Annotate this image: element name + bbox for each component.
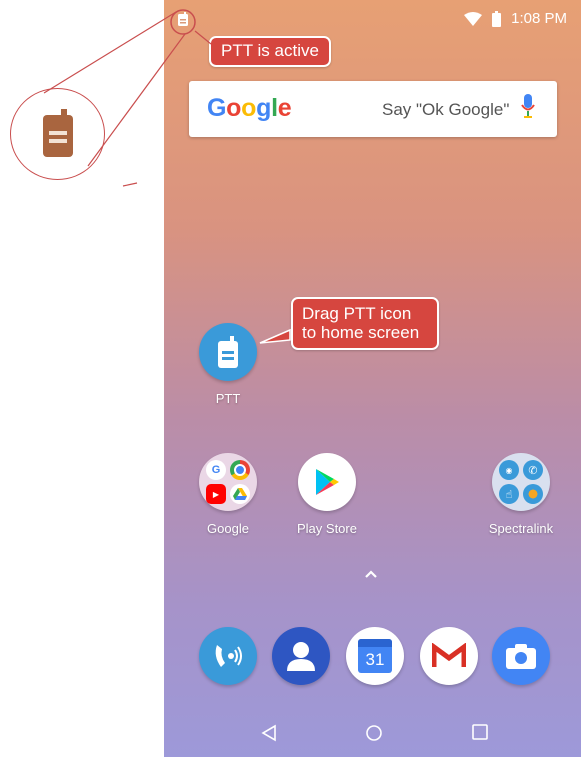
- google-g-icon: G: [206, 460, 226, 480]
- recents-icon[interactable]: [472, 724, 488, 745]
- play-store-icon: [298, 453, 356, 511]
- back-icon[interactable]: [261, 724, 277, 747]
- ptt-active-text: PTT is active: [221, 41, 319, 60]
- logo-letter: l: [271, 94, 278, 122]
- drag-text-line1: Drag PTT icon: [302, 304, 412, 323]
- drive-icon: [230, 484, 250, 504]
- logo-letter: e: [277, 94, 292, 122]
- chrome-icon: [230, 460, 250, 480]
- ptt-status-icon: [178, 12, 188, 31]
- dock-phone-icon[interactable]: [199, 627, 257, 685]
- app-label: PTT: [215, 391, 241, 406]
- ptt-active-callout: PTT is active: [209, 36, 331, 67]
- mic-icon[interactable]: [521, 94, 535, 125]
- calendar-day: 31: [365, 650, 385, 669]
- app-label: Google: [207, 521, 249, 536]
- youtube-icon: ▶: [206, 484, 226, 504]
- app-label: Play Store: [297, 521, 357, 536]
- status-bar: 1:08 PM: [164, 0, 581, 40]
- phone-mini-icon: ✆: [523, 460, 543, 480]
- wifi-icon: [464, 11, 483, 26]
- walkie-talkie-icon: [42, 109, 73, 157]
- spectralink-folder-icon: ◉ ✆ ☝: [492, 453, 550, 511]
- logo-letter: o: [241, 94, 257, 122]
- logo-letter: g: [256, 94, 272, 122]
- status-time: 1:08 PM: [511, 10, 567, 27]
- navigation-bar: [164, 715, 581, 757]
- drag-text-line2: to home screen: [302, 322, 420, 342]
- logo-letter: o: [226, 94, 242, 122]
- ptt-app-icon: [199, 323, 257, 381]
- ptt-mini-icon: ◉: [499, 460, 519, 480]
- app-drawer-chevron-icon[interactable]: [364, 566, 378, 584]
- dock-gmail-icon[interactable]: [420, 627, 478, 685]
- touch-mini-icon: ☝: [499, 484, 519, 504]
- settings-mini-icon: [523, 484, 543, 504]
- phone-screen: 1:08 PM PTT is active Google Say "Ok Goo…: [164, 0, 581, 757]
- google-logo: Google: [207, 94, 292, 123]
- app-google-folder[interactable]: G ▶ Google: [178, 453, 278, 536]
- google-search-bar[interactable]: Google Say "Ok Google": [189, 81, 557, 137]
- drag-instruction-callout: Drag PTT icon to home screen: [291, 297, 439, 351]
- ptt-status-magnified: [10, 88, 105, 180]
- dock-contacts-icon[interactable]: [272, 627, 330, 685]
- dock-calendar-icon[interactable]: 31: [346, 627, 404, 685]
- app-play-store[interactable]: Play Store: [277, 453, 377, 536]
- app-ptt[interactable]: PTT: [178, 323, 278, 406]
- dock-camera-icon[interactable]: [492, 627, 550, 685]
- app-label: Spectralink: [488, 521, 554, 536]
- battery-icon: [492, 10, 502, 27]
- app-spectralink[interactable]: ◉ ✆ ☝ Spectralink: [471, 453, 571, 536]
- google-folder-icon: G ▶: [199, 453, 257, 511]
- search-hint: Say "Ok Google": [382, 100, 510, 119]
- home-icon[interactable]: [365, 724, 383, 747]
- logo-letter: G: [207, 94, 227, 122]
